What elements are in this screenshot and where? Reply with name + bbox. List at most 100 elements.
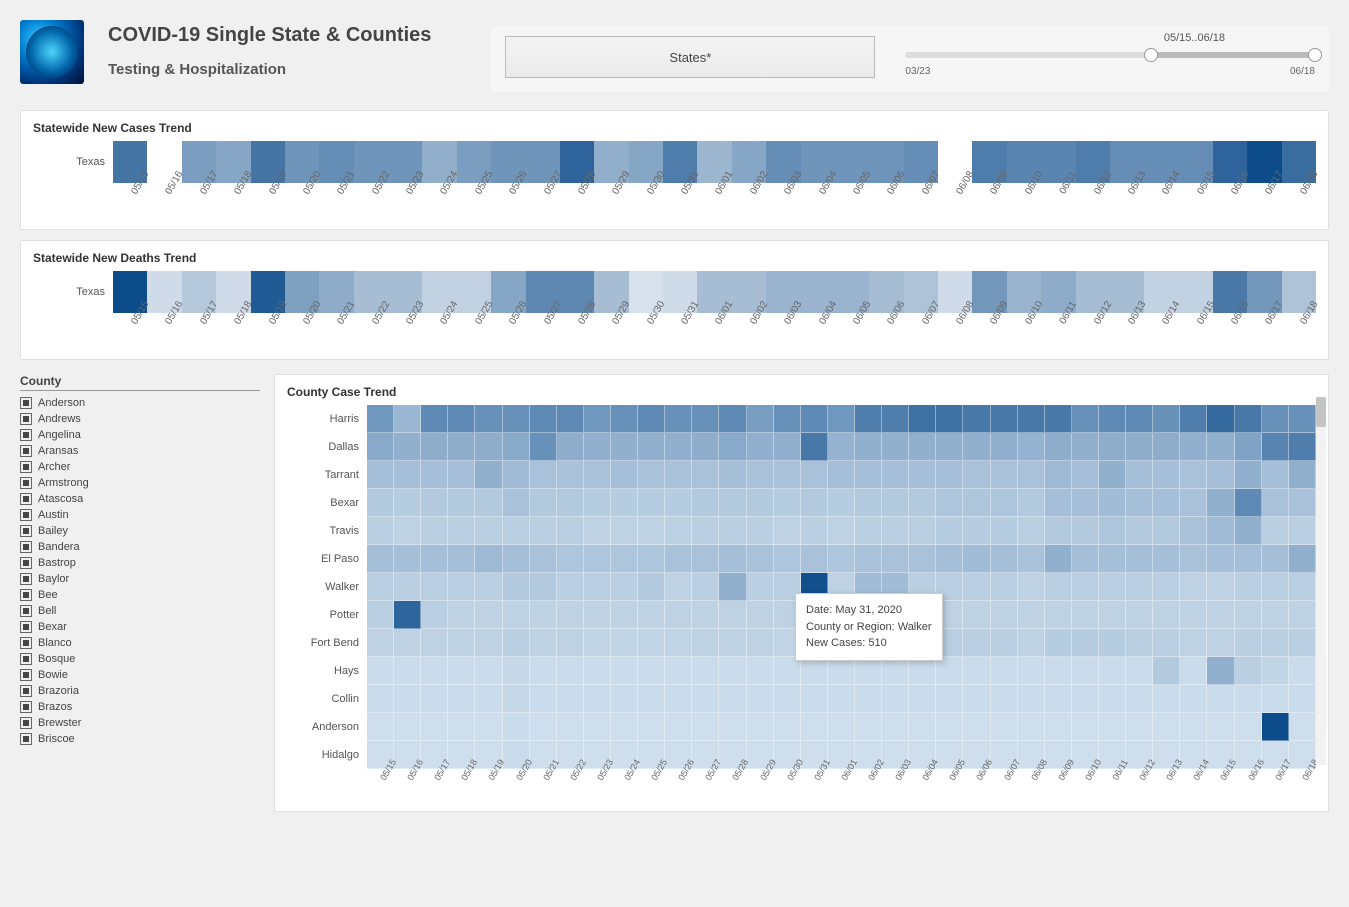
heatmap-cell[interactable] (557, 685, 584, 713)
heatmap-cell[interactable] (882, 685, 909, 713)
heatmap-cell[interactable] (1180, 517, 1207, 545)
heatmap-cell[interactable] (394, 657, 421, 685)
heatmap-cell[interactable] (692, 629, 719, 657)
heatmap-cell[interactable] (557, 405, 584, 433)
heatmap-cell[interactable] (448, 657, 475, 685)
heatmap-cell[interactable] (1018, 573, 1045, 601)
heatmap-cell[interactable] (503, 601, 530, 629)
heatmap-cell[interactable] (747, 517, 774, 545)
heatmap-cell[interactable] (1099, 545, 1126, 573)
heatmap-cell[interactable] (638, 629, 665, 657)
heatmap-cell[interactable] (638, 685, 665, 713)
checkbox-icon[interactable] (20, 413, 32, 425)
county-filter-item[interactable]: Bexar (20, 619, 260, 635)
heatmap-cell[interactable] (1126, 713, 1153, 741)
heatmap-cell[interactable] (828, 461, 855, 489)
heatmap-cell[interactable] (909, 685, 936, 713)
heatmap-cell[interactable] (1153, 601, 1180, 629)
heatmap-cell[interactable] (665, 517, 692, 545)
heatmap-cell[interactable] (855, 405, 882, 433)
heatmap-cell[interactable] (963, 545, 990, 573)
heatmap-cell[interactable] (963, 713, 990, 741)
heatmap-cell[interactable] (747, 657, 774, 685)
heatmap-cell[interactable] (801, 517, 828, 545)
heatmap-cell[interactable] (1180, 657, 1207, 685)
heatmap-cell[interactable] (1072, 489, 1099, 517)
heatmap-cell[interactable] (1180, 433, 1207, 461)
heatmap-cell[interactable] (963, 601, 990, 629)
heatmap-cell[interactable] (503, 545, 530, 573)
heatmap-cell[interactable] (557, 601, 584, 629)
heatmap-cell[interactable] (1045, 657, 1072, 685)
heatmap-cell[interactable] (394, 433, 421, 461)
county-filter-item[interactable]: Blanco (20, 635, 260, 651)
heatmap-cell[interactable] (367, 629, 394, 657)
heatmap-cell[interactable] (1072, 601, 1099, 629)
heatmap-cell[interactable] (421, 517, 448, 545)
heatmap-cell[interactable] (747, 461, 774, 489)
heatmap-cell[interactable] (1153, 657, 1180, 685)
heatmap-cell[interactable] (367, 713, 394, 741)
heatmap-cell[interactable] (1072, 433, 1099, 461)
heatmap-cell[interactable] (611, 573, 638, 601)
heatmap-cell[interactable] (747, 433, 774, 461)
heatmap-cell[interactable] (1235, 433, 1262, 461)
heatmap-cell[interactable] (1126, 685, 1153, 713)
heatmap-cell[interactable] (1099, 657, 1126, 685)
heatmap-cell[interactable] (991, 433, 1018, 461)
heatmap-cell[interactable] (719, 601, 746, 629)
county-filter-item[interactable]: Andrews (20, 411, 260, 427)
heatmap-cell[interactable] (855, 517, 882, 545)
heatmap-cell[interactable] (828, 489, 855, 517)
heatmap-cell[interactable] (719, 489, 746, 517)
heatmap-cell[interactable] (1018, 489, 1045, 517)
heatmap-cell[interactable] (882, 713, 909, 741)
heatmap-cell[interactable] (1289, 685, 1316, 713)
heatmap-cell[interactable] (394, 713, 421, 741)
date-slider-track[interactable] (905, 46, 1315, 64)
heatmap-cell[interactable] (584, 713, 611, 741)
county-filter-item[interactable]: Atascosa (20, 491, 260, 507)
heatmap-cell[interactable] (719, 433, 746, 461)
heatmap-cell[interactable] (801, 685, 828, 713)
heatmap-cell[interactable] (1045, 601, 1072, 629)
heatmap-cell[interactable] (611, 685, 638, 713)
date-slider[interactable]: 05/15..06/18 03/23 06/18 (905, 34, 1315, 77)
heatmap-cell[interactable] (991, 405, 1018, 433)
heatmap-cell[interactable] (692, 685, 719, 713)
heatmap-cell[interactable] (530, 517, 557, 545)
county-filter-item[interactable]: Angelina (20, 427, 260, 443)
county-filter-item[interactable]: Bosque (20, 651, 260, 667)
heatmap-cell[interactable] (1207, 405, 1234, 433)
heatmap-cell[interactable] (611, 713, 638, 741)
heatmap-cell[interactable] (936, 405, 963, 433)
heatmap-cell[interactable] (692, 433, 719, 461)
heatmap-cell[interactable] (1018, 517, 1045, 545)
county-filter-item[interactable]: Austin (20, 507, 260, 523)
heatmap-cell[interactable] (557, 629, 584, 657)
heatmap-cell[interactable] (1018, 461, 1045, 489)
heatmap-cell[interactable] (909, 517, 936, 545)
heatmap-cell[interactable] (747, 713, 774, 741)
heatmap-cell[interactable] (1126, 657, 1153, 685)
heatmap-cell[interactable] (394, 405, 421, 433)
heatmap-cell[interactable] (1045, 629, 1072, 657)
heatmap-cell[interactable] (1207, 461, 1234, 489)
heatmap-cell[interactable] (1018, 657, 1045, 685)
heatmap-cell[interactable] (638, 601, 665, 629)
heatmap-cell[interactable] (503, 405, 530, 433)
heatmap-cell[interactable] (557, 489, 584, 517)
heatmap-cell[interactable] (584, 685, 611, 713)
heatmap-cell[interactable] (882, 405, 909, 433)
heatmap-cell[interactable] (1072, 517, 1099, 545)
heatmap-cell[interactable] (1126, 629, 1153, 657)
heatmap-cell[interactable] (909, 545, 936, 573)
heatmap-cell[interactable] (991, 629, 1018, 657)
heatmap-cell[interactable] (421, 629, 448, 657)
heatmap-cell[interactable] (421, 573, 448, 601)
heatmap-cell[interactable] (1126, 545, 1153, 573)
heatmap-cell[interactable] (1180, 601, 1207, 629)
heatmap-cell[interactable] (394, 517, 421, 545)
heatmap-cell[interactable] (801, 545, 828, 573)
heatmap-cell[interactable] (421, 713, 448, 741)
